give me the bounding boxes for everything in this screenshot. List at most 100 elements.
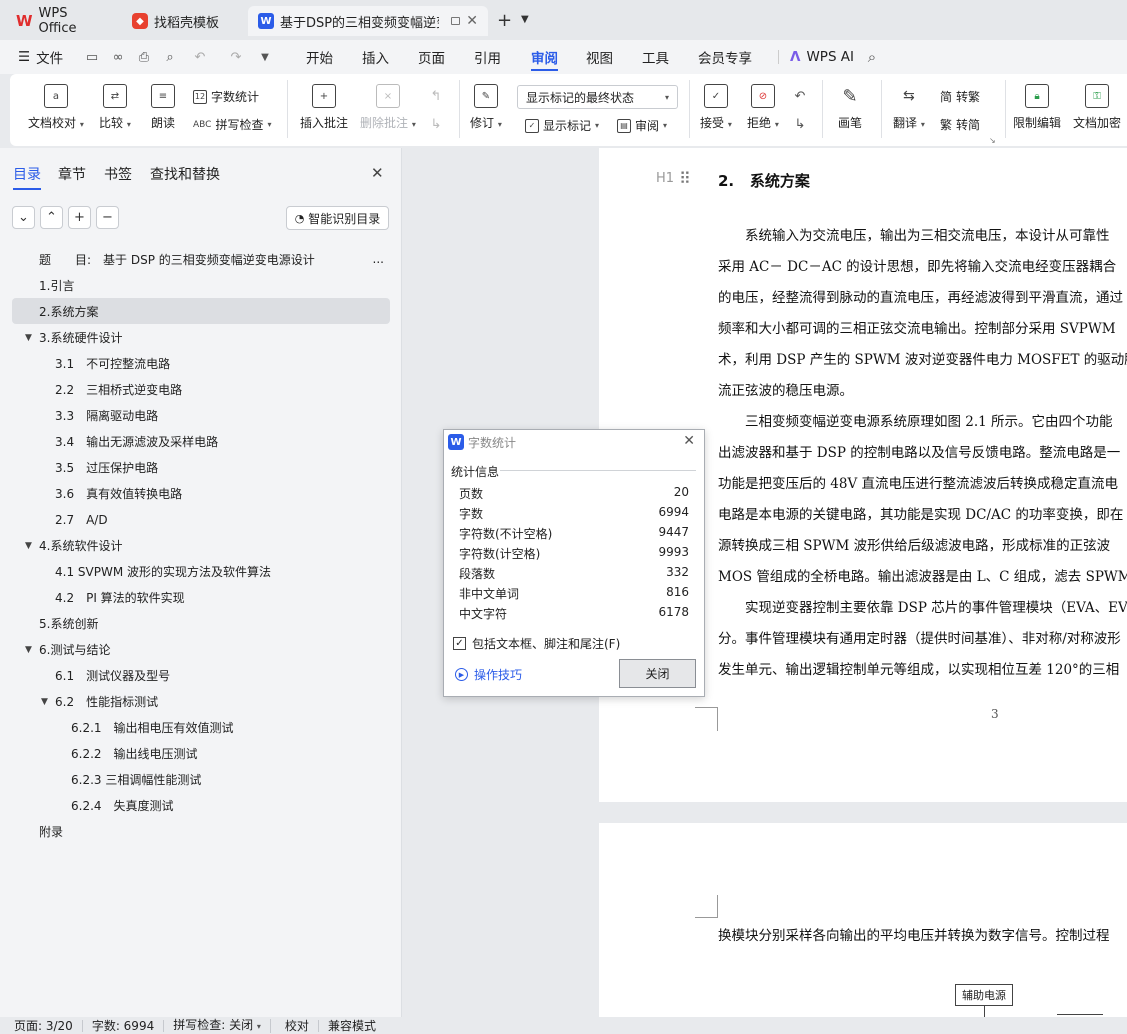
dialog-titlebar[interactable]: W 字数统计 ✕ — [444, 430, 704, 454]
tab-bar: W WPS Office ◆ 找稻壳模板 W 基于DSP的三相变频变幅逆变电 ✕… — [0, 0, 1127, 40]
reject-button[interactable]: ⊘ 拒绝 ▾ — [747, 84, 779, 131]
insert-comment-button[interactable]: + 插入批注 — [300, 84, 348, 131]
add-heading-button[interactable]: + — [68, 206, 91, 229]
previous-change-icon[interactable]: ↶ — [792, 88, 808, 104]
stat-label: 非中文单词 — [459, 587, 520, 601]
menu-tab-tools[interactable]: 工具 — [642, 40, 669, 74]
delete-comment-button[interactable]: × 删除批注 ▾ — [360, 84, 416, 131]
toc-item[interactable]: 3.系统硬件设计 — [30, 324, 122, 350]
toc-item[interactable]: 5.系统创新 — [30, 610, 98, 636]
toc-item[interactable]: 1.引言 — [30, 272, 74, 298]
tips-link[interactable]: ▶ 操作技巧 — [455, 666, 522, 683]
redo-icon[interactable]: ↷ — [228, 49, 244, 65]
to-traditional-button[interactable]: 简 转繁 — [940, 88, 980, 105]
close-icon[interactable]: ✕ — [683, 433, 695, 449]
smart-toc-button[interactable]: ◔ 智能识别目录 — [286, 206, 389, 230]
previous-comment-icon[interactable]: ↰ — [428, 88, 444, 104]
spell-check-indicator[interactable]: 拼写检查: 关闭 ▾ — [164, 1018, 271, 1033]
translate-button[interactable]: ⇆ 翻译 ▾ — [893, 84, 925, 131]
markup-view-select[interactable]: 显示标记的最终状态 ▾ — [517, 85, 678, 109]
menu-tab-references[interactable]: 引用 — [474, 40, 501, 74]
dialog-launcher-icon[interactable]: ↘ — [989, 136, 996, 145]
toc-item[interactable]: 6.测试与结论 — [30, 636, 110, 662]
new-tab-icon[interactable]: + — [497, 10, 512, 31]
compare-button[interactable]: ⇄ 比较 ▾ — [99, 84, 131, 131]
save-icon[interactable]: ▭ — [84, 49, 100, 65]
accept-button[interactable]: ✓ 接受 ▾ — [700, 84, 732, 131]
ink-button[interactable]: ✎ 画笔 — [838, 84, 862, 131]
close-panel-icon[interactable]: ✕ — [371, 164, 384, 182]
panel-tab-find-replace[interactable]: 查找和替换 — [150, 164, 220, 184]
toc-item[interactable]: 6.2.2 输出线电压测试 — [71, 740, 198, 766]
menu-tab-home[interactable]: 开始 — [306, 40, 333, 74]
document-page[interactable]: 换模块分别采样各向输出的平均电压并转换为数字信号。控制过程 辅助电源 — [599, 823, 1127, 1017]
page-indicator[interactable]: 页面: 3/20 — [0, 1019, 83, 1032]
wps-ai-button[interactable]: Λ WPS AI — [790, 40, 854, 74]
toc-item[interactable]: 2.2 三相桥式逆变电路 — [55, 376, 182, 402]
toc-item[interactable]: 题 目: 基于 DSP 的三相变频变幅逆变电源设计 ... — [30, 246, 390, 272]
show-markup-button[interactable]: ✓ 显示标记 ▾ — [525, 117, 599, 134]
include-textbox-checkbox[interactable]: ✓ 包括文本框、脚注和尾注(F) — [453, 635, 620, 652]
toc-item[interactable]: 3.6 真有效值转换电路 — [55, 480, 182, 506]
tab-wps-office[interactable]: W WPS Office — [6, 6, 116, 36]
toc-item[interactable]: 附录 — [30, 818, 63, 844]
toc-item[interactable]: 3.5 过压保护电路 — [55, 454, 158, 480]
to-simplified-button[interactable]: 繁 转简 — [940, 116, 980, 133]
track-changes-button[interactable]: ✎ 修订 ▾ — [470, 84, 502, 131]
panel-tab-sections[interactable]: 章节 — [58, 164, 86, 184]
toc-item[interactable]: 3.3 隔离驱动电路 — [55, 402, 158, 428]
collapse-triangle-icon[interactable]: ▼ — [41, 697, 48, 707]
print-preview-icon[interactable]: ⌕ — [162, 49, 178, 65]
panel-tab-toc[interactable]: 目录 — [13, 164, 41, 190]
toc-item[interactable]: 6.2.1 输出相电压有效值测试 — [71, 714, 234, 740]
toc-item-selected[interactable]: 2.系统方案 — [12, 298, 390, 324]
more-options-icon[interactable]: ... — [373, 252, 384, 266]
menu-tab-review[interactable]: 审阅 — [531, 40, 558, 74]
next-change-icon[interactable]: ↳ — [792, 116, 808, 132]
chevron-down-icon[interactable]: ▼ — [521, 14, 529, 25]
word-count-dialog: W 字数统计 ✕ 统计信息 页数 20 字数 6994 字符数(不计空格) 9447 … — [443, 429, 705, 697]
tab-document[interactable]: W 基于DSP的三相变频变幅逆变电 ✕ — [248, 6, 488, 36]
spell-check-button[interactable]: ABC 拼写检查 ▾ — [193, 116, 272, 133]
read-aloud-button[interactable]: ≡ 朗读 — [151, 84, 175, 131]
accept-icon: ✓ — [703, 84, 728, 108]
word-count-indicator[interactable]: 字数: 6994 — [83, 1019, 165, 1032]
toc-item[interactable]: 4.1 SVPWM 波形的实现方法及软件算法 — [55, 558, 271, 584]
toc-item[interactable]: 3.1 不可控整流电路 — [55, 350, 170, 376]
remove-heading-button[interactable]: − — [96, 206, 119, 229]
toc-item[interactable]: 6.2 性能指标测试 — [55, 688, 158, 714]
proof-indicator[interactable]: 校对 — [271, 1019, 319, 1032]
toc-item[interactable]: 2.7 A/D — [55, 506, 108, 532]
close-tab-icon[interactable]: ✕ — [466, 13, 478, 29]
toc-item[interactable]: 4.2 PI 算法的软件实现 — [55, 584, 185, 610]
file-menu[interactable]: ☰ 文件 — [18, 40, 63, 74]
panel-tab-bookmarks[interactable]: 书签 — [104, 164, 132, 184]
close-button[interactable]: 关闭 — [619, 659, 696, 688]
link-icon[interactable]: ∞ — [110, 49, 126, 65]
toc-item[interactable]: 6.2.3 三相调幅性能测试 — [71, 766, 201, 792]
restrict-editing-button[interactable]: 🔒︎ 限制编辑 — [1013, 84, 1061, 131]
print-icon[interactable]: ⎙ — [136, 49, 152, 65]
toc-item[interactable]: 6.1 测试仪器及型号 — [55, 662, 170, 688]
toc-item[interactable]: 6.2.4 失真度测试 — [71, 792, 174, 818]
menu-tab-page[interactable]: 页面 — [418, 40, 445, 74]
reviewing-pane-button[interactable]: ▤ 审阅 ▾ — [617, 117, 667, 134]
word-count-button[interactable]: 12 字数统计 — [193, 88, 259, 105]
menu-tab-view[interactable]: 视图 — [586, 40, 613, 74]
menu-tab-insert[interactable]: 插入 — [362, 40, 389, 74]
heading-text: 系统方案 — [749, 172, 810, 190]
drag-handle-icon[interactable]: ⠿ — [679, 169, 691, 188]
encrypt-button[interactable]: ⚿ 文档加密 — [1073, 84, 1121, 131]
quick-access-more-icon[interactable]: ▼ — [257, 49, 273, 65]
toc-item[interactable]: 4.系统软件设计 — [30, 532, 122, 558]
toc-item[interactable]: 3.4 输出无源滤波及采样电路 — [55, 428, 218, 454]
collapse-all-button[interactable]: ⌃ — [40, 206, 63, 229]
undo-icon[interactable]: ↶ — [192, 49, 208, 65]
menu-tab-member[interactable]: 会员专享 — [698, 40, 752, 74]
next-comment-icon[interactable]: ↳ — [428, 116, 444, 132]
window-icon[interactable] — [451, 17, 461, 25]
search-icon[interactable]: ⌕ — [864, 48, 880, 66]
proofread-button[interactable]: a 文档校对 ▾ — [28, 84, 84, 131]
expand-all-button[interactable]: ⌄ — [12, 206, 35, 229]
tab-templates[interactable]: ◆ 找稻壳模板 — [122, 6, 244, 36]
